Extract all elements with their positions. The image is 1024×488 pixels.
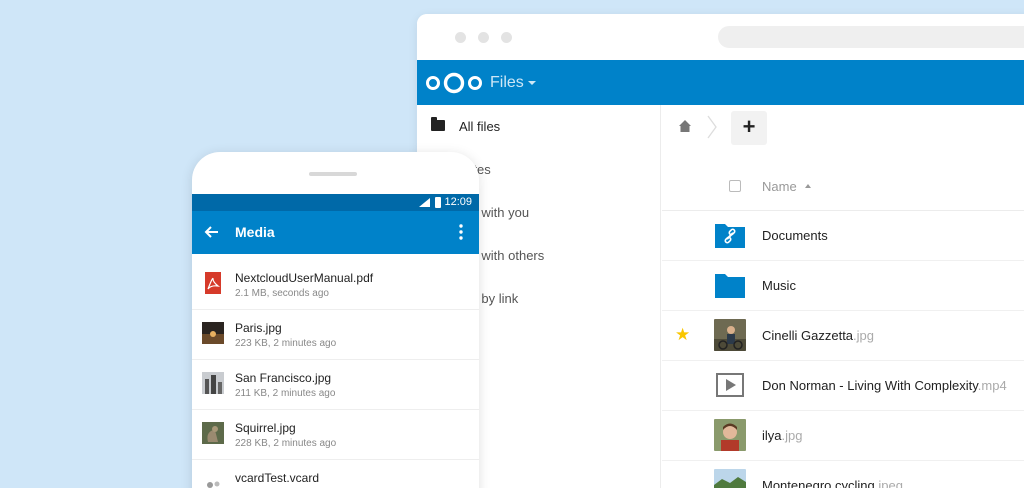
file-row[interactable]: ilya.jpg — [662, 411, 1024, 461]
status-time: 12:09 — [444, 196, 472, 208]
file-name[interactable]: Music — [762, 278, 796, 293]
home-icon[interactable] — [678, 119, 692, 133]
caret-down-icon[interactable] — [528, 81, 536, 85]
select-all-checkbox[interactable] — [729, 180, 741, 192]
phone-speaker — [309, 172, 357, 176]
more-options-icon[interactable] — [459, 223, 463, 241]
address-bar[interactable] — [718, 26, 1024, 48]
file-meta: 223 KB, 2 minutes ago — [235, 338, 337, 349]
list-item[interactable]: NextcloudUserManual.pdf 2.1 MB, seconds … — [192, 260, 479, 310]
mobile-phone: 12:09 Media NextcloudUserManual.pdf 2.1 … — [192, 152, 479, 488]
new-file-button[interactable]: + — [731, 111, 767, 145]
nextcloud-logo-icon[interactable] — [425, 71, 483, 95]
file-meta: 2.1 MB, seconds ago — [235, 288, 329, 299]
file-name[interactable]: Don Norman - Living With Complexity.mp4 — [762, 378, 1007, 393]
signal-icon — [419, 198, 430, 207]
browser-window: Files All files orites red with you red … — [417, 14, 1024, 488]
file-row[interactable]: Documents — [662, 211, 1024, 261]
folder-icon — [715, 274, 745, 298]
file-meta: 211 KB, 2 minutes ago — [235, 388, 336, 399]
file-name[interactable]: Montenegro cycling.jpeg — [762, 478, 903, 488]
sidebar-item-label: All files — [459, 119, 501, 134]
file-name[interactable]: Documents — [762, 228, 828, 243]
app-menu-title[interactable]: Files — [490, 74, 524, 92]
list-item[interactable]: Squirrel.jpg 228 KB, 2 minutes ago — [192, 410, 479, 460]
window-control-dot[interactable] — [455, 32, 466, 43]
sidebar-item-all-files[interactable]: All files — [417, 105, 661, 148]
app-header: Files — [417, 60, 1024, 105]
list-item[interactable]: Paris.jpg 223 KB, 2 minutes ago — [192, 310, 479, 360]
file-name[interactable]: Cinelli Gazzetta.jpg — [762, 328, 874, 343]
file-name: NextcloudUserManual.pdf — [235, 271, 374, 285]
photo-thumbnail — [714, 469, 746, 488]
favorite-star-icon[interactable]: ★ — [675, 326, 690, 343]
photo-thumbnail — [202, 372, 224, 394]
pdf-icon — [205, 272, 221, 294]
file-name[interactable]: ilya.jpg — [762, 428, 802, 443]
file-list-panel: + Name Documents Music ★ Cinelli Gazzett… — [662, 105, 1024, 488]
file-row[interactable]: ★ Cinelli Gazzetta.jpg — [662, 311, 1024, 361]
file-name: Paris.jpg — [235, 321, 282, 335]
file-name: vcardTest.vcard — [235, 471, 320, 485]
folder-icon — [431, 117, 445, 131]
status-bar: 12:09 — [192, 194, 479, 211]
browser-chrome — [417, 14, 1024, 60]
phone-app-bar: Media — [192, 211, 479, 254]
list-item[interactable]: vcardTest.vcard — [192, 460, 479, 488]
window-control-dot[interactable] — [501, 32, 512, 43]
photo-thumbnail — [714, 319, 746, 351]
window-control-dot[interactable] — [478, 32, 489, 43]
breadcrumb-separator-icon — [707, 115, 717, 139]
file-name: San Francisco.jpg — [235, 371, 332, 385]
back-arrow-icon[interactable] — [204, 224, 220, 240]
battery-icon — [435, 197, 441, 208]
file-meta: 228 KB, 2 minutes ago — [235, 438, 337, 449]
file-row[interactable]: Montenegro cycling.jpeg — [662, 461, 1024, 488]
photo-thumbnail — [202, 422, 224, 444]
contact-icon — [207, 481, 220, 488]
file-row[interactable]: Music — [662, 261, 1024, 311]
shared-folder-icon — [715, 224, 745, 248]
page-title: Media — [235, 224, 275, 240]
sort-ascending-icon[interactable] — [805, 184, 811, 188]
photo-thumbnail — [202, 322, 224, 344]
file-row[interactable]: Don Norman - Living With Complexity.mp4 — [662, 361, 1024, 411]
name-column-header[interactable]: Name — [762, 179, 797, 194]
video-icon — [716, 373, 744, 397]
file-name: Squirrel.jpg — [235, 421, 296, 435]
list-item[interactable]: San Francisco.jpg 211 KB, 2 minutes ago — [192, 360, 479, 410]
photo-thumbnail — [714, 419, 746, 451]
